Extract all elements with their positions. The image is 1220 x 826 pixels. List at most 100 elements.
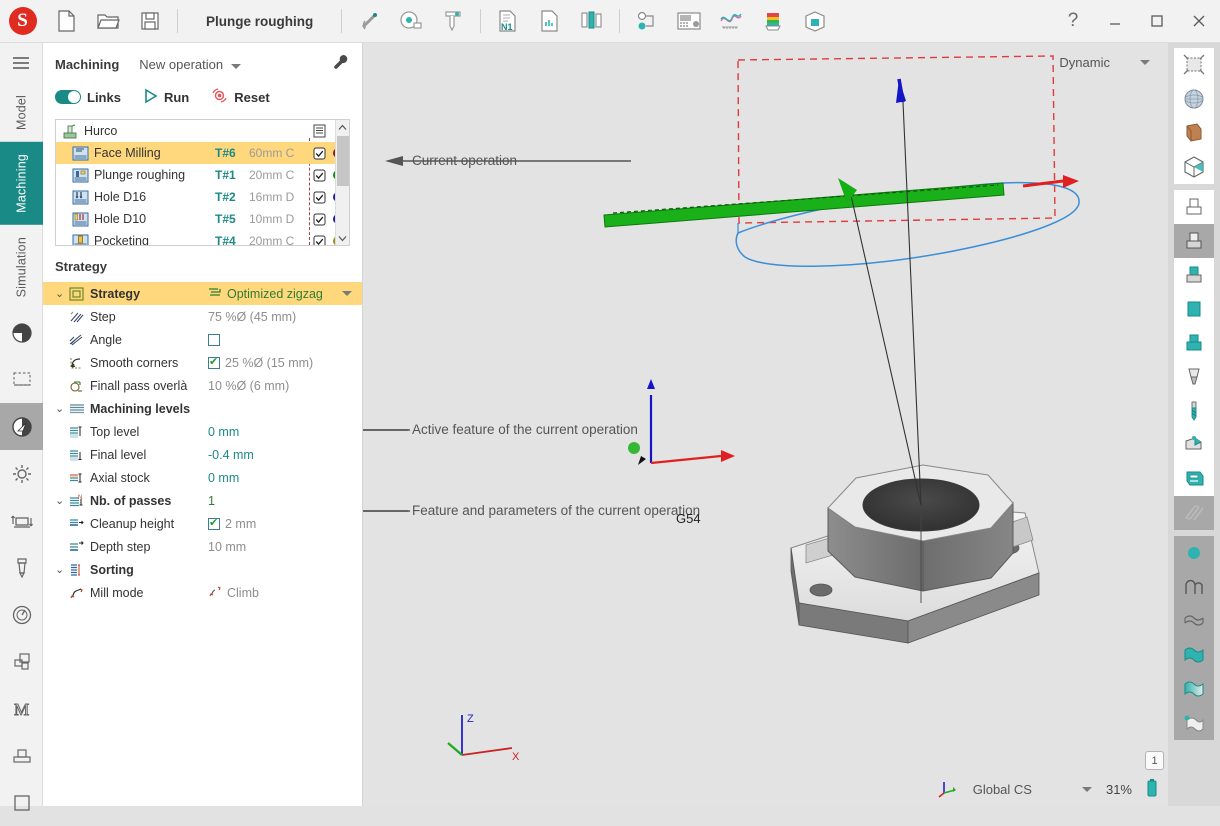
stock-colors-icon[interactable] (752, 0, 794, 43)
stock-cylinder-white-icon[interactable] (1174, 190, 1214, 224)
run-button[interactable]: Run (143, 88, 189, 107)
param-row-angle[interactable]: Angle (43, 328, 362, 351)
sidebar-tab-simulation[interactable]: Simulation (0, 225, 43, 309)
param-group-machining-levels[interactable]: ⌄ Machining levels (43, 397, 362, 420)
links-toggle[interactable]: Links (55, 90, 121, 105)
nc-program-icon[interactable]: N1 (487, 0, 529, 43)
operation-checkbox[interactable] (311, 213, 327, 226)
param-row-mill-mode[interactable]: Mill mode Climb (43, 581, 362, 604)
3d-model-scene[interactable]: G54 (363, 43, 1168, 806)
param-value-wrap[interactable] (208, 333, 362, 346)
angle-checkbox[interactable] (208, 333, 220, 346)
layer-badge[interactable]: 1 (1145, 751, 1164, 770)
3d-viewport[interactable]: Dynamic Current operation Active feature… (363, 43, 1168, 806)
scrollbar-thumb[interactable] (337, 136, 349, 186)
curve-arc-icon[interactable] (1174, 570, 1214, 604)
stock-cone-icon[interactable] (1174, 360, 1214, 394)
chevron-down-icon[interactable] (1081, 786, 1092, 792)
chevron-down-icon[interactable]: ⌄ (55, 287, 69, 300)
reset-button[interactable]: Reset (211, 87, 270, 107)
operation-row-pocketing[interactable]: Pocketing T#4 20mm C (56, 230, 349, 245)
help-button[interactable]: ? (1052, 0, 1094, 43)
param-row-final-level[interactable]: Final level -0.4 mm (43, 443, 362, 466)
param-row-depth-step[interactable]: Depth step 10 mm (43, 535, 362, 558)
surface-patch-icon[interactable] (1174, 116, 1214, 150)
stock-cylinder-teal-icon[interactable] (1174, 292, 1214, 326)
sidebar-tab-machining[interactable]: Machining (0, 142, 43, 225)
measure-tape-icon[interactable] (390, 0, 432, 43)
param-value-wrap[interactable]: Climb (208, 585, 362, 601)
stock-cylinder-grey-icon[interactable] (1174, 224, 1214, 258)
sidebar-tab-model[interactable]: Model (0, 83, 43, 142)
operation-row-face-milling[interactable]: Face Milling T#6 60mm C (56, 142, 349, 164)
save-disk-icon[interactable] (129, 0, 171, 43)
operation-checkbox[interactable] (311, 147, 327, 160)
coordinate-system-label[interactable]: Global CS (973, 782, 1032, 797)
operation-checkbox[interactable] (311, 191, 327, 204)
open-folder-icon[interactable] (87, 0, 129, 43)
globe-sphere-icon[interactable] (1174, 82, 1214, 116)
blank-square-icon[interactable] (0, 779, 43, 826)
wireframe-box-icon[interactable] (1174, 150, 1214, 184)
stock-cylinder-teal-band-icon[interactable] (1174, 326, 1214, 360)
param-group-nb-passes[interactable]: ⌄ N Nb. of passes 1 (43, 489, 362, 512)
machine-table-icon[interactable] (1174, 462, 1214, 496)
param-row-top-level[interactable]: Top level 0 mm (43, 420, 362, 443)
maximize-button[interactable] (1136, 0, 1178, 43)
param-row-final-pass-overlap[interactable]: Finall pass overlà 10 %Ø (6 mm) (43, 374, 362, 397)
new-operation-dropdown[interactable]: New operation (139, 57, 242, 72)
operation-row-hole-d16[interactable]: Hole D16 T#2 16mm D (56, 186, 349, 208)
node-link-icon[interactable] (626, 0, 668, 43)
chevron-down-icon[interactable]: ⌄ (55, 494, 69, 507)
material-sphere-icon[interactable] (0, 309, 43, 356)
feed-curve-icon[interactable] (710, 0, 752, 43)
surface-wave-icon[interactable] (1174, 604, 1214, 638)
cnc-controller-icon[interactable] (668, 0, 710, 43)
hamburger-icon[interactable] (0, 43, 42, 83)
select-region-icon[interactable] (1174, 48, 1214, 82)
param-group-strategy[interactable]: ⌄ Strategy Optimized zigzag (43, 282, 362, 305)
compass-navigation-icon[interactable] (0, 403, 43, 451)
minimize-button[interactable] (1094, 0, 1136, 43)
caliper-icon[interactable] (432, 0, 474, 43)
operation-row-plunge-roughing[interactable]: Plunge roughing T#1 20mm C (56, 164, 349, 186)
scroll-down-arrow[interactable] (336, 231, 349, 245)
param-row-axial-stock[interactable]: Axial stock 0 mm (43, 466, 362, 489)
param-group-sorting[interactable]: ⌄ Sorting (43, 558, 362, 581)
param-row-step[interactable]: Step 75 %Ø (45 mm) (43, 305, 362, 328)
stock-cylinder-teal-top-icon[interactable] (1174, 258, 1214, 292)
param-value-wrap[interactable]: 25 %Ø (15 mm) (208, 355, 362, 370)
chevron-down-icon[interactable]: ⌄ (55, 402, 69, 415)
chevron-down-icon[interactable] (342, 291, 352, 296)
wrench-icon[interactable] (332, 53, 350, 76)
surface-gradient-icon[interactable] (1174, 672, 1214, 706)
operations-tree[interactable]: Hurco Face Milling T#6 60mm C Plunge rou… (55, 119, 350, 246)
tree-root-row[interactable]: Hurco (56, 120, 349, 142)
new-document-icon[interactable] (45, 0, 87, 43)
zoom-level[interactable]: 31% (1106, 782, 1132, 797)
param-row-smooth-corners[interactable]: Smooth corners 25 %Ø (15 mm) (43, 351, 362, 374)
stock-box-icon[interactable] (794, 0, 836, 43)
param-row-cleanup-height[interactable]: Cleanup height 2 mm (43, 512, 362, 535)
surface-point-icon[interactable] (1174, 706, 1214, 740)
speed-gauge-icon[interactable] (0, 591, 43, 638)
magnet-icon[interactable] (348, 0, 390, 43)
operation-checkbox[interactable] (311, 169, 327, 182)
tool-endmill-icon[interactable] (0, 544, 43, 591)
report-document-icon[interactable] (529, 0, 571, 43)
operations-scrollbar[interactable] (335, 120, 349, 245)
stock-selection-icon[interactable] (0, 356, 43, 403)
param-value-wrap[interactable]: 2 mm (208, 516, 362, 531)
fixture-icon[interactable] (0, 732, 43, 779)
toolpath-hatch-icon[interactable] (1174, 496, 1214, 530)
point-dot-icon[interactable] (1174, 536, 1214, 570)
settings-gear-icon[interactable] (0, 450, 43, 497)
macro-m-icon[interactable]: M (0, 685, 43, 732)
param-value-wrap[interactable]: Optimized zigzag (208, 286, 362, 301)
chevron-down-icon[interactable]: ⌄ (55, 563, 69, 576)
cleanup-height-checkbox[interactable] (208, 516, 220, 530)
surface-teal-icon[interactable] (1174, 638, 1214, 672)
close-button[interactable] (1178, 0, 1220, 43)
list-lines-icon[interactable] (311, 124, 327, 138)
fixture-clamp-icon[interactable] (1174, 428, 1214, 462)
